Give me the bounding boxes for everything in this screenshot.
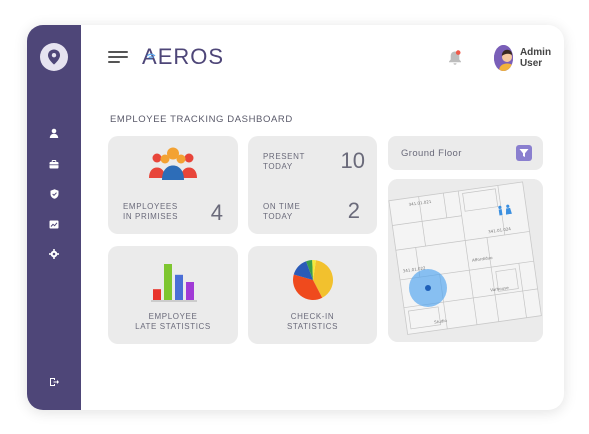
avatar-illustration bbox=[494, 45, 513, 71]
user-menu[interactable]: Admin User bbox=[494, 45, 564, 71]
menu-toggle-button[interactable] bbox=[108, 51, 128, 63]
late-bar-chart bbox=[151, 264, 197, 302]
present-today-card[interactable]: PRESENT TODAY 10 ON TIME TODAY 2 bbox=[248, 136, 377, 234]
card-label-line2: LATE STATISTICS bbox=[135, 322, 211, 331]
location-beacon-dot bbox=[425, 285, 431, 291]
card-label-line2: STATISTICS bbox=[286, 322, 339, 331]
card-label: EMPLOYEES IN PRIMISES bbox=[123, 202, 178, 222]
card-value: 2 bbox=[347, 198, 360, 223]
floor-map-card[interactable]: 341.01.021 341.01.024 341.01.022 Affordi… bbox=[388, 179, 543, 342]
card-label: PRESENT TODAY bbox=[263, 152, 305, 172]
card-label: EMPLOYEE LATE STATISTICS bbox=[108, 312, 238, 332]
group-icon bbox=[149, 147, 197, 180]
hamburger-line bbox=[108, 61, 120, 63]
late-statistics-card[interactable]: EMPLOYEE LATE STATISTICS bbox=[108, 246, 238, 344]
card-label-line1: PRESENT bbox=[263, 152, 305, 161]
card-label-line2: TODAY bbox=[263, 162, 293, 171]
logout-button[interactable] bbox=[47, 375, 61, 389]
floor-select[interactable]: Ground Floor bbox=[388, 136, 543, 170]
briefcase-icon bbox=[49, 159, 59, 168]
floor-plan-map[interactable]: 341.01.021 341.01.024 341.01.022 Affordi… bbox=[388, 179, 543, 342]
hamburger-line bbox=[108, 51, 128, 53]
sidebar-item-reports[interactable] bbox=[47, 217, 61, 231]
sidebar bbox=[27, 25, 81, 410]
late-chart-bar bbox=[164, 264, 172, 300]
card-label-line1: EMPLOYEES bbox=[123, 202, 178, 211]
brand-logo: A EROS bbox=[142, 44, 224, 70]
card-label: ON TIME TODAY bbox=[263, 202, 300, 222]
notifications-button[interactable] bbox=[447, 49, 463, 67]
logout-icon bbox=[50, 378, 59, 386]
card-label-line2: TODAY bbox=[263, 212, 293, 221]
floor-select-value: Ground Floor bbox=[401, 148, 462, 159]
sidebar-item-users[interactable] bbox=[47, 126, 61, 140]
location-pin-icon bbox=[48, 49, 60, 65]
avatar bbox=[494, 45, 513, 71]
bell-icon bbox=[449, 50, 461, 65]
user-icon bbox=[49, 128, 59, 138]
brand-text: EROS bbox=[157, 44, 225, 69]
sidebar-item-work[interactable] bbox=[47, 157, 61, 171]
shield-icon bbox=[50, 189, 58, 199]
card-label-line1: EMPLOYEE bbox=[148, 312, 198, 321]
filter-icon bbox=[519, 149, 529, 157]
wifi-signal-icon bbox=[146, 53, 156, 60]
card-label-line1: CHECK-IN bbox=[290, 312, 335, 321]
chart-icon bbox=[49, 220, 59, 228]
sidebar-item-settings[interactable] bbox=[47, 247, 61, 261]
app-logo[interactable] bbox=[40, 43, 68, 71]
page-title: EMPLOYEE TRACKING DASHBOARD bbox=[110, 114, 293, 125]
hamburger-line bbox=[108, 56, 128, 58]
gear-icon bbox=[49, 249, 59, 259]
sidebar-item-security[interactable] bbox=[47, 187, 61, 201]
top-bar: A EROS Admin User bbox=[81, 25, 564, 89]
card-label-line1: ON TIME bbox=[263, 202, 301, 211]
late-chart-bar bbox=[153, 289, 161, 300]
app-window: A EROS Admin User EMPLOYEE TRACKING DASH… bbox=[27, 25, 564, 410]
user-name: Admin User bbox=[519, 47, 552, 69]
checkin-statistics-card[interactable]: CHECK-IN STATISTICS bbox=[248, 246, 377, 344]
checkin-pie-chart bbox=[293, 260, 333, 300]
card-label-line2: IN PRIMISES bbox=[123, 212, 179, 221]
card-value: 10 bbox=[340, 148, 365, 173]
employees-in-premises-card[interactable]: EMPLOYEES IN PRIMISES 4 bbox=[108, 136, 238, 234]
late-chart-bar bbox=[186, 282, 194, 300]
late-chart-bar bbox=[175, 274, 183, 300]
card-value: 4 bbox=[210, 200, 223, 225]
card-label: CHECK-IN STATISTICS bbox=[248, 312, 377, 332]
filter-button[interactable] bbox=[516, 145, 532, 161]
